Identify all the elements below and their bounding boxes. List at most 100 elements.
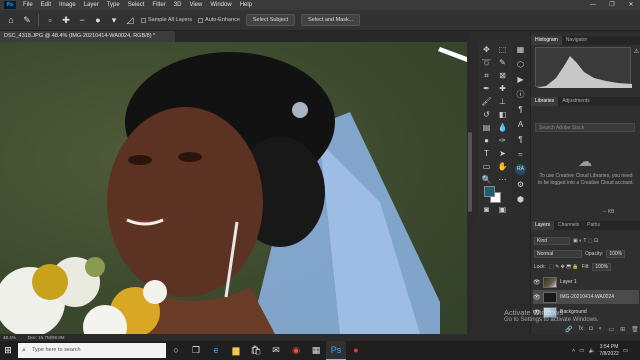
paragraph-styles-icon[interactable]: ¶ xyxy=(515,134,526,145)
blend-mode-select[interactable]: Normal xyxy=(534,249,582,258)
menu-select[interactable]: Select xyxy=(124,2,149,8)
select-subject-button[interactable]: Select Subject xyxy=(245,14,296,26)
visibility-eye-icon[interactable]: 👁 xyxy=(533,294,541,301)
record-icon[interactable]: ● xyxy=(346,341,366,360)
3d-icon[interactable]: ⬢ xyxy=(515,194,526,205)
mail-icon[interactable]: ✉ xyxy=(266,341,286,360)
foreground-color-swatch[interactable] xyxy=(484,186,495,197)
tab-layers[interactable]: Layers xyxy=(531,221,555,230)
dodge-tool-icon[interactable]: ● xyxy=(481,135,492,146)
healing-tool-icon[interactable]: ✚ xyxy=(497,83,508,94)
menu-type[interactable]: Type xyxy=(103,2,124,8)
marquee-tool-icon[interactable]: ⬚ xyxy=(497,44,508,55)
menu-file[interactable]: File xyxy=(19,2,37,8)
clock[interactable]: 3:54 PM 7/8/2022 xyxy=(599,344,618,358)
grid-icon[interactable]: ▦ xyxy=(515,44,526,55)
tab-libraries[interactable]: Libraries xyxy=(531,97,559,106)
frame-tool-icon[interactable]: ⊠ xyxy=(497,70,508,81)
lasso-tool-icon[interactable]: ➰ xyxy=(481,57,492,68)
new-layer-icon[interactable]: ⊞ xyxy=(620,326,625,333)
document-tab[interactable]: DSC_4318.JPG @ 48.4% (IMG-20210414-WA002… xyxy=(0,31,175,42)
library-search-input[interactable]: Search Adobe Stock xyxy=(535,123,635,132)
play-icon[interactable]: ▶ xyxy=(515,74,526,85)
menu-3d[interactable]: 3D xyxy=(170,2,186,8)
zoom-level[interactable]: 48.4% xyxy=(3,334,16,341)
angle-icon[interactable]: ◿ xyxy=(125,15,135,25)
history-brush-icon[interactable]: ↺ xyxy=(481,109,492,120)
pen-tool-icon[interactable]: ✑ xyxy=(497,135,508,146)
tab-channels[interactable]: Channels xyxy=(554,221,583,230)
sample-all-layers-checkbox[interactable]: Sample All Layers xyxy=(141,17,192,23)
stamp-tool-icon[interactable]: ⊥ xyxy=(497,96,508,107)
scrollbar-thumb[interactable] xyxy=(468,132,472,212)
brush-settings-icon[interactable]: ≈ xyxy=(515,149,526,160)
more-tools-icon[interactable]: ⋯ xyxy=(497,174,508,185)
chrome-icon[interactable]: ◉ xyxy=(286,341,306,360)
menu-help[interactable]: Help xyxy=(236,2,256,8)
zoom-tool-icon[interactable]: 🔍 xyxy=(481,174,492,185)
eraser-tool-icon[interactable]: ◧ xyxy=(497,109,508,120)
layer-row[interactable]: 👁 IMG-20210414-WA0024 xyxy=(533,290,639,304)
task-view-icon[interactable]: ❐ xyxy=(186,341,206,360)
quick-selection-tool-icon[interactable]: ✎ xyxy=(22,15,32,25)
subtract-from-selection-icon[interactable]: − xyxy=(77,15,87,25)
menu-view[interactable]: View xyxy=(185,2,206,8)
network-icon[interactable]: ▭ xyxy=(579,348,584,354)
ra-icon[interactable]: RA xyxy=(515,164,526,175)
quick-selection-tool-icon[interactable]: ✎ xyxy=(497,57,508,68)
file-explorer-icon[interactable]: ▆ xyxy=(226,341,246,360)
layer-row[interactable]: 👁 Layer 1 xyxy=(533,275,639,289)
close-button[interactable]: ✕ xyxy=(622,0,640,10)
adjust-icon[interactable]: ⚙ xyxy=(515,179,526,190)
hand-tool-icon[interactable]: ✋ xyxy=(497,161,508,172)
select-and-mask-button[interactable]: Select and Mask... xyxy=(301,14,361,26)
tab-paths[interactable]: Paths xyxy=(583,221,604,230)
cortana-icon[interactable]: ○ xyxy=(166,341,186,360)
photoshop-taskbar-icon[interactable]: Ps xyxy=(326,341,346,360)
menu-edit[interactable]: Edit xyxy=(37,2,55,8)
volume-icon[interactable]: 🔈 xyxy=(588,348,595,354)
checkbox-box[interactable] xyxy=(141,17,146,23)
auto-enhance-checkbox[interactable]: Auto-Enhance xyxy=(198,17,240,23)
brush-tool-icon[interactable]: 🖌 xyxy=(481,96,492,107)
document-canvas[interactable] xyxy=(0,42,467,334)
lock-icons[interactable]: ⬚ ✎ ✥ ⬒ 🔒 xyxy=(549,264,579,270)
move-tool-icon[interactable]: ✥ xyxy=(481,44,492,55)
notification-icon[interactable]: ▭ xyxy=(623,348,628,354)
link-icon[interactable]: 🔗 xyxy=(565,326,572,333)
eyedropper-tool-icon[interactable]: ✒ xyxy=(481,83,492,94)
crop-tool-icon[interactable]: ⌗ xyxy=(481,70,492,81)
visibility-eye-icon[interactable]: 👁 xyxy=(533,279,541,286)
gradient-tool-icon[interactable]: ▤ xyxy=(481,122,492,133)
tab-adjustments[interactable]: Adjustments xyxy=(558,97,594,106)
chevron-up-icon[interactable]: ˄ xyxy=(572,348,575,354)
folder-icon[interactable]: ▭ xyxy=(608,326,614,333)
fx-icon[interactable]: fx xyxy=(578,326,583,333)
mask-icon[interactable]: ◘ xyxy=(589,326,593,333)
quick-mask-icon[interactable]: ◙ xyxy=(481,204,492,215)
tab-navigator[interactable]: Navigator xyxy=(562,36,591,45)
edge-icon[interactable]: e xyxy=(206,341,226,360)
shape-tool-icon[interactable]: ▭ xyxy=(481,161,492,172)
new-selection-icon[interactable]: ▫ xyxy=(45,15,55,25)
menu-layer[interactable]: Layer xyxy=(80,2,103,8)
paragraph-icon[interactable]: ¶ xyxy=(515,104,526,115)
type-icon[interactable]: A xyxy=(515,119,526,130)
opacity-input[interactable]: 100% xyxy=(606,249,626,258)
type-tool-icon[interactable]: T xyxy=(481,148,492,159)
trash-icon[interactable]: 🗑 xyxy=(631,326,639,333)
checkbox-box[interactable] xyxy=(198,17,204,23)
tab-histogram[interactable]: Histogram xyxy=(531,36,562,45)
home-icon[interactable]: ⌂ xyxy=(6,15,16,25)
shapes-icon[interactable]: ⬡ xyxy=(515,59,526,70)
maximize-button[interactable]: ❐ xyxy=(603,0,621,10)
windows-start-icon[interactable]: ⊞ xyxy=(0,341,16,360)
info-icon[interactable]: ⓘ xyxy=(515,89,526,100)
path-selection-icon[interactable]: ➤ xyxy=(497,148,508,159)
fill-input[interactable]: 100% xyxy=(592,262,612,271)
blur-tool-icon[interactable]: 💧 xyxy=(497,122,508,133)
menu-filter[interactable]: Filter xyxy=(148,2,169,8)
brush-size-icon[interactable]: ● xyxy=(93,15,103,25)
menu-window[interactable]: Window xyxy=(206,2,235,8)
adjustment-icon[interactable]: ◐ xyxy=(599,326,603,333)
